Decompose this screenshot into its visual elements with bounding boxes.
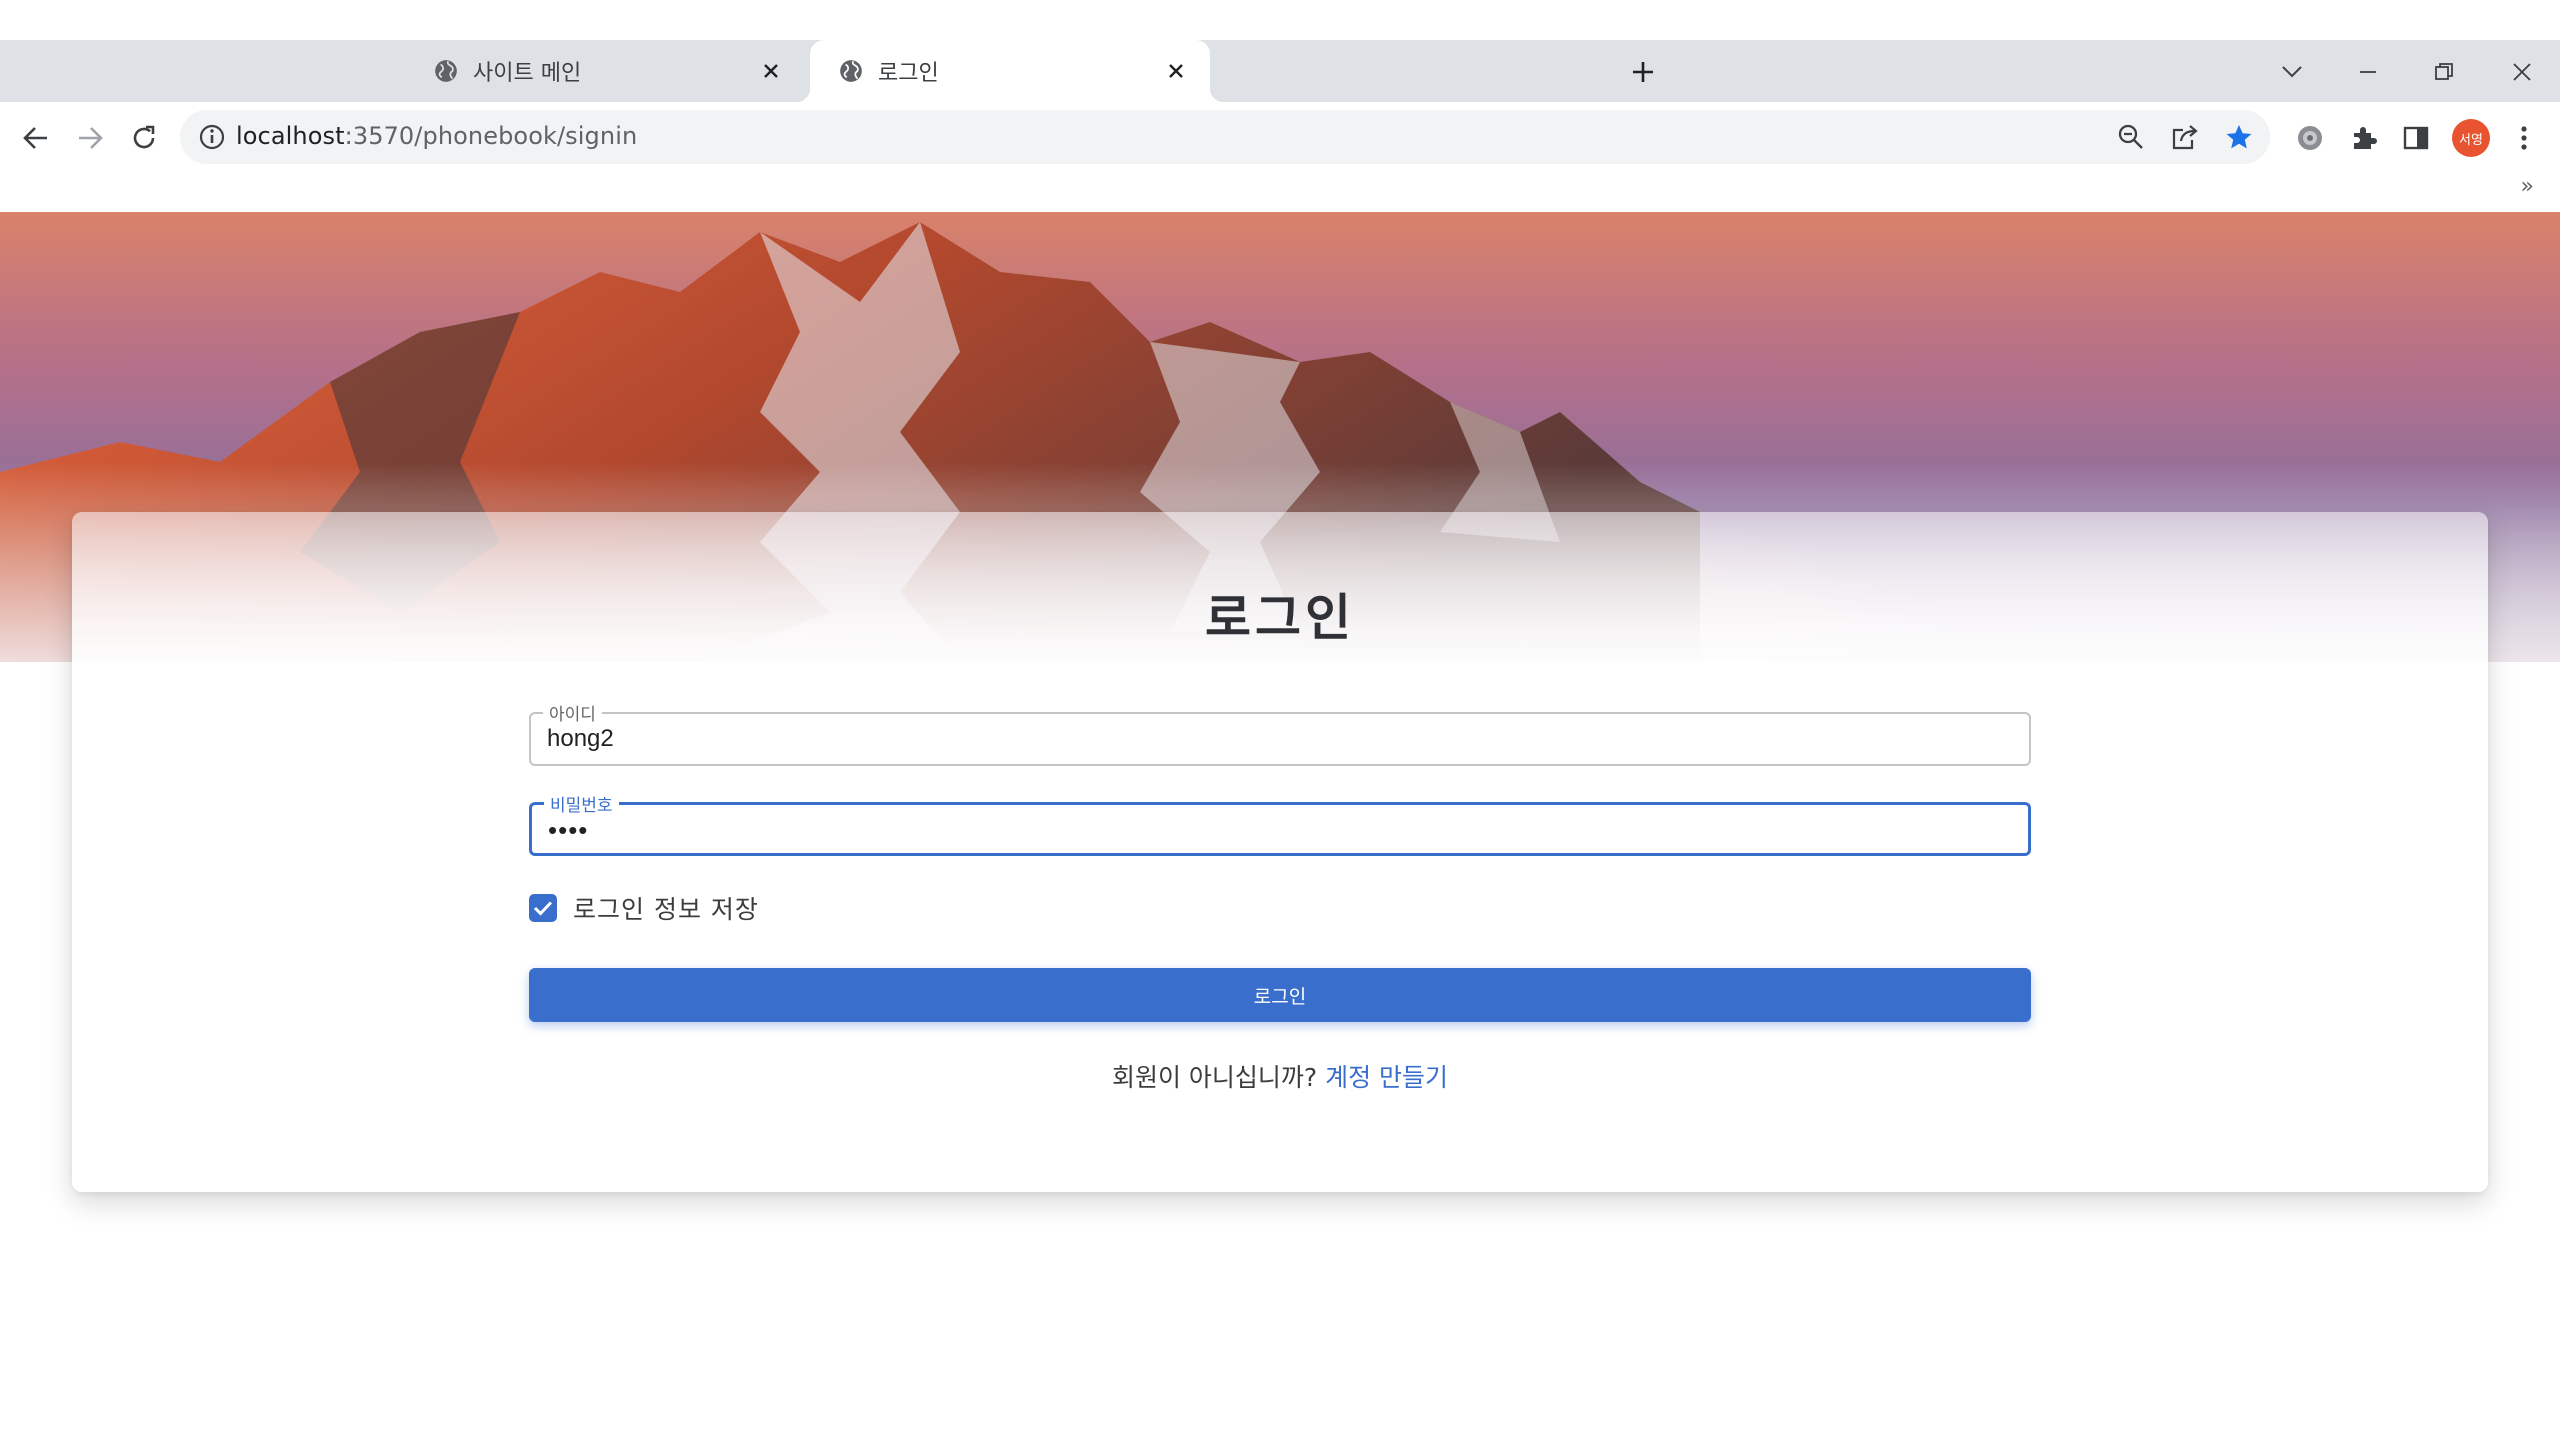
minimize-icon xyxy=(2360,71,2376,73)
share-icon[interactable] xyxy=(2170,122,2200,152)
tab-search-button[interactable] xyxy=(2270,50,2314,94)
url-text[interactable]: localhost:3570/phonebook/signin xyxy=(236,122,637,150)
reload-icon xyxy=(133,125,155,149)
bookmark-star-icon[interactable] xyxy=(2224,122,2254,152)
zoom-icon[interactable] xyxy=(2116,122,2146,152)
close-icon[interactable] xyxy=(757,57,785,85)
password-input[interactable] xyxy=(548,805,2008,855)
page-title: 로그인 xyxy=(1205,589,1355,647)
username-input[interactable] xyxy=(547,714,2007,764)
puzzle-icon[interactable] xyxy=(2344,118,2384,158)
profile-avatar[interactable]: 서영 xyxy=(2452,119,2490,157)
side-panel-icon[interactable] xyxy=(2396,118,2436,158)
remember-label: 로그인 정보 저장 xyxy=(573,895,759,924)
minimize-button[interactable] xyxy=(2346,50,2390,94)
password-field[interactable]: 비밀번호 xyxy=(529,791,2031,856)
extension-icon[interactable] xyxy=(2290,118,2330,158)
close-icon xyxy=(2513,63,2531,81)
signup-prompt-line: 회원이 아니십니까? 계정 만들기 xyxy=(72,1058,2488,1094)
arrow-right-icon xyxy=(79,127,103,149)
menu-kebab-icon[interactable] xyxy=(2504,118,2544,158)
url-path: :3570/phonebook/signin xyxy=(344,122,638,150)
login-button[interactable]: 로그인 xyxy=(529,968,2031,1022)
restore-button[interactable] xyxy=(2422,50,2466,94)
info-icon[interactable] xyxy=(198,123,226,151)
reload-button[interactable] xyxy=(124,118,164,158)
tab-login[interactable]: 로그인 xyxy=(796,40,1224,102)
address-bar[interactable]: localhost:3570/phonebook/signin xyxy=(180,110,2270,164)
tab-strip: 사이트 메인 로그인 xyxy=(0,40,2560,102)
forward-button[interactable] xyxy=(70,118,110,158)
new-tab-button[interactable] xyxy=(1625,54,1661,90)
signup-prompt: 회원이 아니십니까? xyxy=(1111,1063,1318,1092)
signup-link[interactable]: 계정 만들기 xyxy=(1325,1063,1448,1092)
checkmark-icon xyxy=(533,901,553,916)
remember-checkbox[interactable] xyxy=(529,894,557,922)
browser-toolbar: localhost:3570/phonebook/signin 서영 xyxy=(0,102,2560,174)
arrow-left-icon xyxy=(23,127,47,149)
url-host: localhost xyxy=(236,122,345,150)
close-window-button[interactable] xyxy=(2500,50,2544,94)
restore-icon xyxy=(2435,63,2453,80)
globe-icon xyxy=(840,60,862,82)
chevron-down-icon xyxy=(2282,66,2302,78)
bookmarks-overflow-button[interactable]: » xyxy=(2521,174,2534,199)
window-top-margin xyxy=(0,0,2560,40)
back-button[interactable] xyxy=(16,118,56,158)
login-card: 로그인 아이디 비밀번호 로그인 정보 저장 로그인 회원이 아니십니까? 계정… xyxy=(72,512,2488,1192)
close-icon[interactable] xyxy=(1162,57,1190,85)
tab-title: 사이트 메인 xyxy=(473,61,582,86)
username-field[interactable]: 아이디 xyxy=(529,700,2031,766)
plus-icon xyxy=(1633,62,1653,82)
globe-icon xyxy=(435,60,457,82)
tab-site-main[interactable]: 사이트 메인 xyxy=(405,40,805,102)
bookmark-bar: » xyxy=(0,174,2560,212)
remember-login-option[interactable]: 로그인 정보 저장 xyxy=(529,892,759,924)
tab-title: 로그인 xyxy=(878,61,939,86)
